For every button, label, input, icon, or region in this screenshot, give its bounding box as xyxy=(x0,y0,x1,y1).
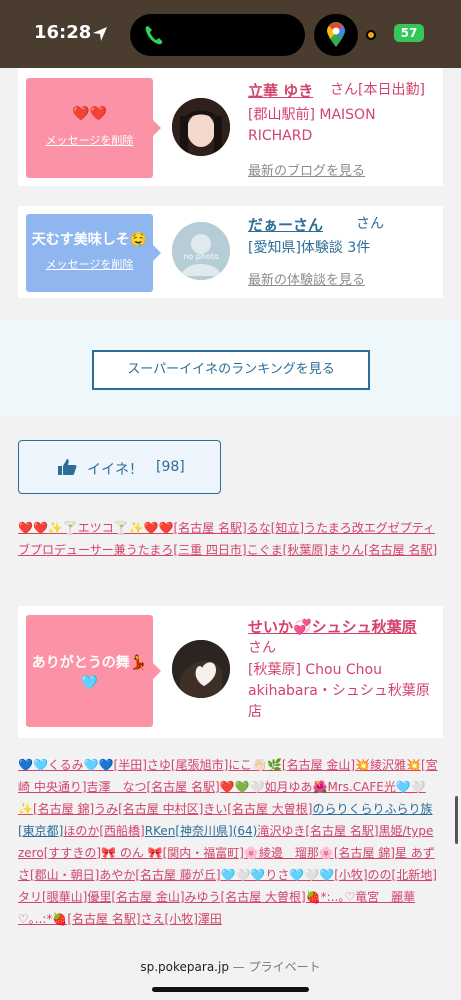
private-mode-label: — プライベート xyxy=(232,960,321,974)
cast-name: 立華 ゆき xyxy=(248,82,314,100)
message-bubble: ありがとうの舞💃🩵 xyxy=(26,615,161,727)
cast-name-link[interactable]: 立華 ゆき xyxy=(248,80,313,101)
shop-info[interactable]: [秋葉原] Chou Chou akihabara・シュシュ秋葉原店 xyxy=(248,660,434,723)
user-name: だぁーさん xyxy=(248,216,324,234)
iine-label: イイネ！ xyxy=(87,462,143,478)
avatar[interactable]: no photo xyxy=(172,222,230,280)
delete-message-link[interactable]: メッセージを削除 xyxy=(26,132,153,148)
cast-suffix: さん[本日出勤] xyxy=(330,82,425,98)
iine-user-links[interactable]: 滝沢ゆき[名古屋 名駅]黒姫/type zero[すすきの]🎀 のん 🎀[関内・… xyxy=(18,824,437,926)
avatar-photo xyxy=(172,640,230,698)
super-iine-ranking-button[interactable]: スーパーイイネのランキングを見る xyxy=(92,350,370,390)
iine-user-list: 💙🩵くるみ🩵💙[半田]さゆ[尾張旭市]にこ👋🏻🌿[名古屋 金山]💥綾沢雅💥[宮崎… xyxy=(18,754,443,930)
status-time: 16:28 xyxy=(34,22,92,43)
message-bubble: 天むす美味しそ🤤 メッセージを削除 xyxy=(26,214,161,292)
dynamic-island xyxy=(130,14,305,56)
message-card: 天むす美味しそ🤤 メッセージを削除 no photo だぁーさん さん [愛知県… xyxy=(18,206,443,298)
scrollbar[interactable] xyxy=(455,796,458,844)
cast-name-link[interactable]: せいか💞シュシュ秋葉原 xyxy=(248,616,417,637)
iine-button[interactable]: イイネ！ [98] xyxy=(18,440,221,494)
message-text: ❤️❤️ xyxy=(72,106,107,122)
avatar[interactable] xyxy=(172,98,230,156)
iine-user-links[interactable]: ほのか[西船橋] xyxy=(63,824,144,838)
cast-suffix: さん xyxy=(248,640,276,656)
message-bubble: ❤️❤️ メッセージを削除 xyxy=(26,78,161,178)
iine-user-list: ❤️❤️✨🍸エツコ🍸✨❤️❤️[名古屋 名駅]るな[知立]うたまろ改エグゼプティ… xyxy=(18,517,443,561)
battery-icon: 57 xyxy=(394,24,424,42)
status-bar: 16:28 57 xyxy=(0,0,461,68)
mic-indicator xyxy=(366,30,376,40)
shop-info[interactable]: [郡山駅前] MAISON RICHARD xyxy=(248,105,428,147)
maps-activity[interactable] xyxy=(314,14,358,56)
message-card: ありがとうの舞💃🩵 せいか💞シュシュ秋葉原 さん [秋葉原] Chou Chou… xyxy=(18,606,443,738)
iine-user-link-visited[interactable]: RKen[神奈川県](64) xyxy=(145,824,258,838)
thumbs-up-icon xyxy=(58,459,77,475)
iine-user-links[interactable]: ❤️❤️✨🍸エツコ🍸✨❤️❤️[名古屋 名駅]るな[知立]うたまろ改エグゼプティ… xyxy=(18,521,437,557)
phone-call-icon xyxy=(145,26,163,45)
user-suffix: さん xyxy=(356,216,384,232)
google-maps-icon xyxy=(327,22,345,47)
user-info: [愛知県]体験談 3件 xyxy=(248,240,371,256)
cast-name: せいか💞シュシュ秋葉原 xyxy=(248,618,417,636)
avatar-placeholder-text: no photo xyxy=(183,252,219,261)
ranking-section: スーパーイイネのランキングを見る xyxy=(0,320,461,416)
message-card: ❤️❤️ メッセージを削除 立華 ゆき さん[本日出勤] [郡山駅前] MAIS… xyxy=(18,68,443,186)
latest-review-link[interactable]: 最新の体験談を見る xyxy=(248,269,365,288)
latest-blog-link[interactable]: 最新のブログを見る xyxy=(248,160,365,179)
url-domain: sp.pokepara.jp xyxy=(140,960,229,974)
avatar-photo xyxy=(172,98,230,156)
user-name-link[interactable]: だぁーさん xyxy=(248,214,323,235)
page-content: ❤️❤️ メッセージを削除 立華 ゆき さん[本日出勤] [郡山駅前] MAIS… xyxy=(0,68,461,940)
browser-bottom-bar: sp.pokepara.jp — プライベート xyxy=(0,940,461,1000)
address-bar[interactable]: sp.pokepara.jp — プライベート xyxy=(0,958,461,975)
no-photo-placeholder-icon xyxy=(172,222,230,280)
home-indicator[interactable] xyxy=(152,987,309,992)
avatar[interactable] xyxy=(172,640,230,698)
location-arrow-icon xyxy=(93,27,107,41)
message-text: 天むす美味しそ🤤 xyxy=(31,232,148,248)
iine-count: [98] xyxy=(156,459,185,475)
delete-message-link[interactable]: メッセージを削除 xyxy=(26,256,153,272)
message-text: ありがとうの舞💃🩵 xyxy=(31,655,148,691)
